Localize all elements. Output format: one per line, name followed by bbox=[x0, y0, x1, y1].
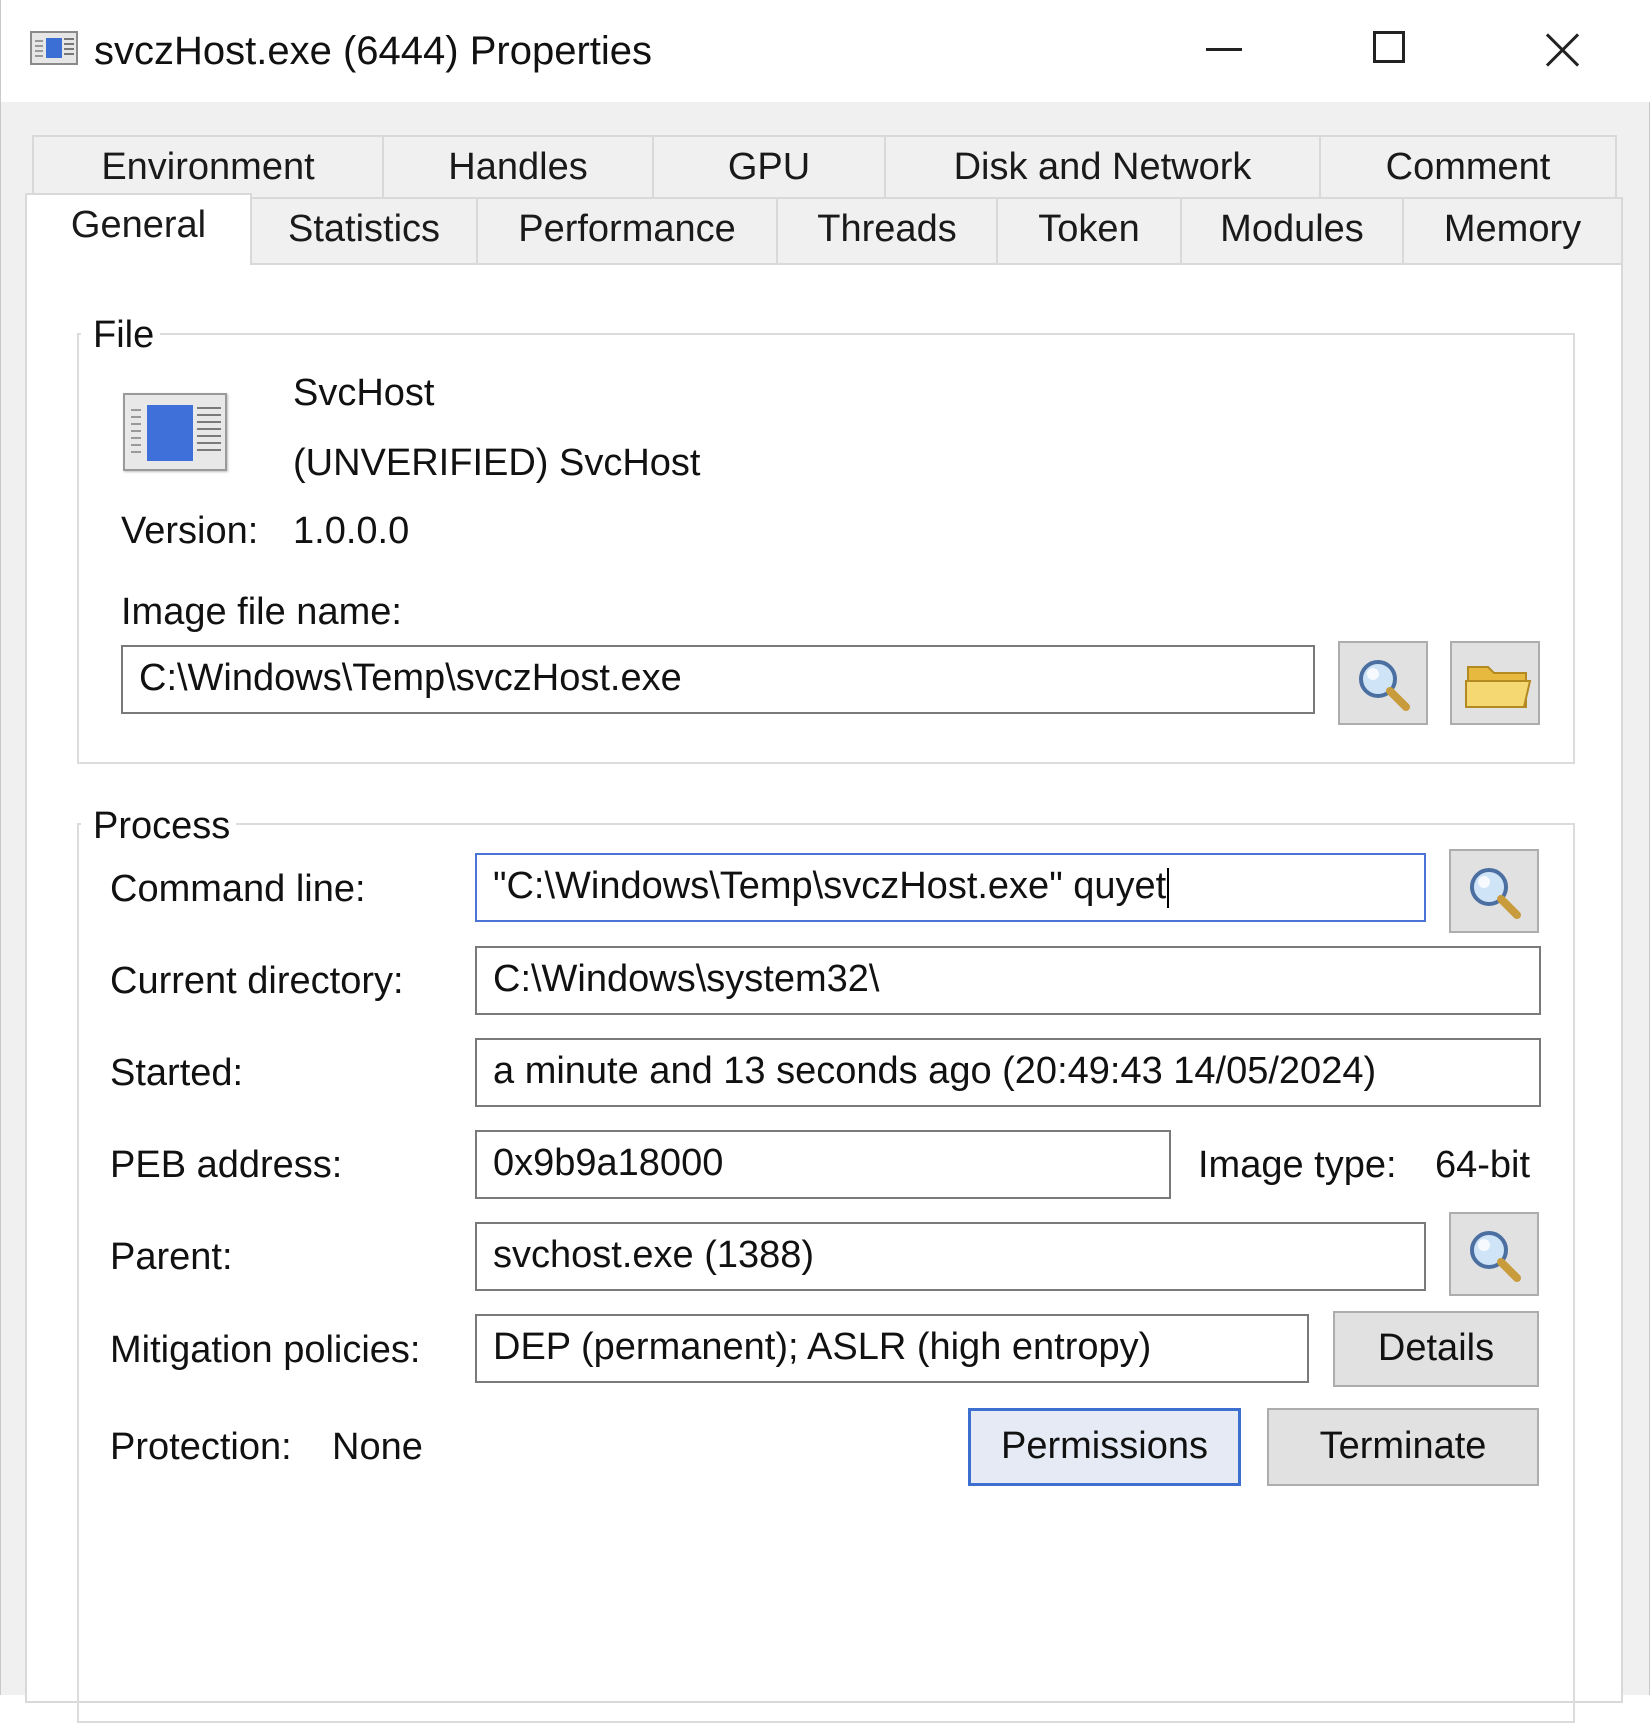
command-line-field[interactable]: "C:\Windows\Temp\svczHost.exe" quyet bbox=[475, 853, 1426, 922]
tab-environment[interactable]: Environment bbox=[32, 135, 384, 197]
magnifier-icon bbox=[1470, 868, 1521, 919]
tab-gpu[interactable]: GPU bbox=[652, 135, 886, 197]
mitigation-policies-field[interactable]: DEP (permanent); ASLR (high entropy) bbox=[475, 1314, 1309, 1383]
minimize-button[interactable] bbox=[1151, 0, 1301, 100]
file-group-legend: File bbox=[81, 313, 161, 357]
current-directory-field[interactable]: C:\Windows\system32\ bbox=[475, 946, 1541, 1015]
inspect-image-button[interactable] bbox=[1338, 641, 1428, 725]
close-button[interactable] bbox=[1489, 0, 1639, 100]
tab-memory[interactable]: Memory bbox=[1402, 197, 1623, 263]
image-type-label: Image type: bbox=[1198, 1144, 1397, 1186]
file-company: (UNVERIFIED) SvcHost bbox=[293, 442, 701, 484]
tab-statistics[interactable]: Statistics bbox=[250, 197, 478, 263]
protection-label: Protection: bbox=[110, 1426, 292, 1468]
terminate-button[interactable]: Terminate bbox=[1267, 1408, 1539, 1486]
text-caret bbox=[1167, 867, 1170, 908]
properties-window: svczHost.exe (6444) Properties Environme… bbox=[0, 0, 1650, 1723]
parent-label: Parent: bbox=[110, 1236, 233, 1278]
magnifier-icon bbox=[1359, 660, 1410, 711]
title-bar[interactable]: svczHost.exe (6444) Properties bbox=[1, 0, 1650, 102]
protection-value: None bbox=[332, 1426, 423, 1468]
started-field[interactable]: a minute and 13 seconds ago (20:49:43 14… bbox=[475, 1038, 1541, 1107]
peb-address-field[interactable]: 0x9b9a18000 bbox=[475, 1130, 1171, 1199]
details-button[interactable]: Details bbox=[1333, 1311, 1539, 1387]
command-line-value: "C:\Windows\Temp\svczHost.exe" quyet bbox=[493, 865, 1167, 907]
image-type-value: 64-bit bbox=[1435, 1144, 1531, 1186]
folder-icon bbox=[1465, 666, 1532, 708]
image-file-name-label: Image file name: bbox=[121, 591, 402, 633]
mitigation-policies-label: Mitigation policies: bbox=[110, 1329, 421, 1371]
file-description: SvcHost bbox=[293, 372, 435, 414]
tab-disk-and-network[interactable]: Disk and Network bbox=[884, 135, 1321, 197]
maximize-button[interactable] bbox=[1316, 0, 1466, 100]
window-app-icon bbox=[30, 31, 78, 65]
command-line-label: Command line: bbox=[110, 868, 366, 910]
permissions-button[interactable]: Permissions bbox=[968, 1408, 1241, 1486]
current-directory-label: Current directory: bbox=[110, 960, 404, 1002]
version-value: 1.0.0.0 bbox=[293, 510, 410, 552]
tab-threads[interactable]: Threads bbox=[776, 197, 998, 263]
started-label: Started: bbox=[110, 1052, 244, 1094]
tab-token[interactable]: Token bbox=[996, 197, 1182, 263]
tab-modules[interactable]: Modules bbox=[1180, 197, 1404, 263]
open-file-location-button[interactable] bbox=[1450, 641, 1540, 725]
tab-performance[interactable]: Performance bbox=[476, 197, 778, 263]
version-label: Version: bbox=[121, 510, 259, 552]
peb-address-label: PEB address: bbox=[110, 1144, 343, 1186]
tab-handles[interactable]: Handles bbox=[382, 135, 654, 197]
magnifier-icon bbox=[1470, 1231, 1521, 1282]
file-icon bbox=[123, 393, 227, 471]
image-file-name-field[interactable]: C:\Windows\Temp\svczHost.exe bbox=[121, 645, 1315, 714]
inspect-command-line-button[interactable] bbox=[1449, 849, 1539, 933]
process-group-legend: Process bbox=[81, 804, 237, 848]
tab-general[interactable]: General bbox=[25, 193, 252, 265]
window-title: svczHost.exe (6444) Properties bbox=[94, 29, 653, 73]
parent-field[interactable]: svchost.exe (1388) bbox=[475, 1222, 1426, 1291]
tab-comment[interactable]: Comment bbox=[1319, 135, 1617, 197]
inspect-parent-button[interactable] bbox=[1449, 1212, 1539, 1296]
